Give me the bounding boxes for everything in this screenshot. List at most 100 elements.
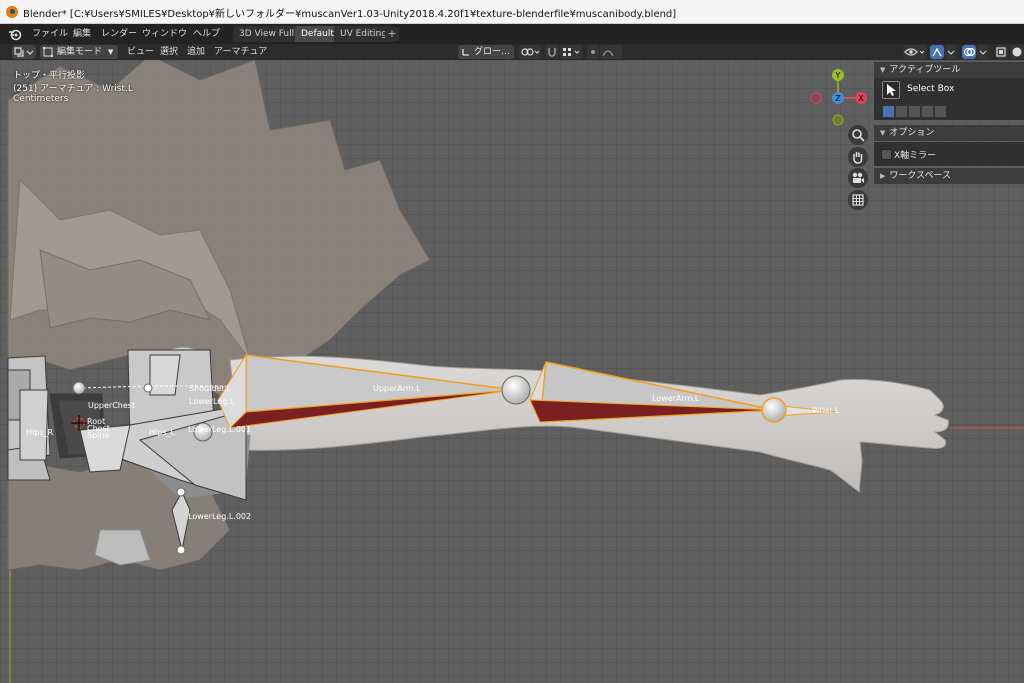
- window-title-bar: Blender* [C:¥Users¥SMILES¥Desktop¥新しいフォル…: [0, 0, 1024, 24]
- workspace-header: ワークスペース: [889, 171, 952, 181]
- snap-toggle[interactable]: [545, 45, 559, 59]
- collapse-triangle-icon: ▼: [880, 129, 886, 137]
- 3d-viewport[interactable]: UpperArm.L LowerArm.L Wrist.L Shoulder.L…: [0, 60, 1024, 683]
- viewport-scene[interactable]: UpperArm.L LowerArm.L Wrist.L Shoulder.L…: [0, 60, 1024, 683]
- expand-triangle-icon: ▶: [880, 172, 886, 180]
- gizmo-label-x: X: [858, 94, 864, 103]
- add-workspace-button[interactable]: +: [385, 27, 399, 41]
- gizmo-label-y: Y: [835, 71, 841, 80]
- gizmo-toggle[interactable]: [930, 45, 944, 59]
- label-hips-r: Hips_R: [26, 428, 53, 437]
- options-panel-header[interactable]: ▼ オプション: [874, 125, 1024, 141]
- menu-add[interactable]: 追加: [187, 45, 205, 59]
- overlay-toggle[interactable]: [962, 45, 976, 59]
- ortho-toggle-button[interactable]: [848, 190, 868, 210]
- label-upper-arm: UpperArm.L: [373, 384, 421, 393]
- mode-dropdown[interactable]: 編集モード ▼: [40, 45, 118, 59]
- view-name: トップ・平行投影: [13, 71, 86, 81]
- chevron-down-icon: [947, 50, 955, 55]
- gizmo-dropdown[interactable]: [945, 45, 957, 59]
- mode-invert-button[interactable]: [921, 105, 934, 118]
- x-mirror-label: X軸ミラー: [894, 151, 937, 161]
- zoom-button[interactable]: [848, 125, 868, 145]
- proportional-falloff-dropdown[interactable]: [600, 45, 622, 59]
- active-tool-body: Select Box: [874, 78, 1024, 120]
- viewport-header: 編集モード ▼ ビュー 選択 追加 アーマチュア グロー…: [0, 44, 1024, 60]
- label-hips-l: Hips_L: [149, 428, 175, 437]
- label-lower-leg: LowerLeg.L: [189, 397, 235, 406]
- mode-intersect-button[interactable]: [934, 105, 947, 118]
- menu-select[interactable]: 選択: [160, 45, 178, 59]
- menu-armature[interactable]: アーマチュア: [214, 45, 267, 59]
- knee-joint: [176, 487, 186, 497]
- workspace-panel-header[interactable]: ▶ ワークスペース: [874, 168, 1024, 184]
- edit-mode-icon: [43, 47, 53, 57]
- active-object-info: (251) アーマチュア : Wrist.L: [13, 84, 133, 94]
- x-mirror-checkbox[interactable]: [881, 149, 892, 160]
- zoom-icon: [852, 129, 865, 142]
- label-lower-leg-002: LowerLeg.L.002: [188, 512, 251, 521]
- label-lower-arm: LowerArm.L: [652, 394, 700, 403]
- axes-icon: [462, 49, 469, 56]
- tool-name: Select Box: [907, 84, 955, 94]
- eye-icon: [904, 48, 925, 56]
- menu-view[interactable]: ビュー: [127, 45, 154, 59]
- editor-type-dropdown[interactable]: [12, 45, 36, 59]
- sphere-icon: [1012, 47, 1022, 57]
- overlay-icon: [963, 47, 976, 57]
- menu-file[interactable]: ファイル: [32, 27, 68, 41]
- options-body: X軸ミラー: [874, 142, 1024, 166]
- chevron-down-icon: ▼: [108, 48, 114, 56]
- wrist-joint: [761, 397, 787, 423]
- chevron-down-icon: [979, 50, 987, 55]
- top-menu-bar: ファイル 編集 レンダー ウィンドウ ヘルプ 3D View Full Defa…: [0, 24, 1024, 44]
- proportional-edit-toggle[interactable]: [587, 45, 599, 59]
- magnet-icon: [548, 48, 556, 57]
- pan-button[interactable]: [848, 147, 868, 167]
- pivot-point-dropdown[interactable]: [519, 45, 541, 59]
- label-upper-chest: UpperChest: [88, 401, 135, 410]
- shading-solid-button[interactable]: [1010, 45, 1024, 59]
- snap-target-dropdown[interactable]: [560, 45, 582, 59]
- sidebar-panel: ▼ アクティブツール Select Box ▼ オプション X軸ミラー ▶ ワークスペ…: [874, 60, 1024, 190]
- cursor-arrow-icon: [887, 84, 896, 96]
- grid-icon: [852, 194, 864, 206]
- chest-joint: [72, 381, 86, 395]
- grid-snap-icon: [563, 48, 580, 56]
- circle-dot-icon: [591, 50, 595, 54]
- overlay-dropdown[interactable]: [977, 45, 989, 59]
- active-tool-panel-header[interactable]: ▼ アクティブツール: [874, 62, 1024, 78]
- blender-logo-icon: [6, 6, 18, 18]
- xray-toggle[interactable]: [995, 45, 1008, 59]
- camera-view-button[interactable]: [848, 168, 868, 188]
- menu-window[interactable]: ウィンドウ: [142, 27, 187, 41]
- gizmo-label-z: Z: [835, 94, 841, 103]
- menu-help[interactable]: ヘルプ: [193, 27, 220, 41]
- xray-icon: [996, 47, 1006, 57]
- elbow-joint: [501, 375, 531, 405]
- collapse-triangle-icon: ▼: [880, 66, 886, 74]
- units-label: Centimeters: [13, 94, 69, 104]
- menu-edit[interactable]: 編集: [73, 27, 91, 41]
- shoulder-joint: [143, 383, 153, 393]
- label-wrist: Wrist.L: [812, 406, 840, 415]
- transform-orientation-dropdown[interactable]: グロー…: [458, 45, 514, 59]
- gizmo-icon: [932, 47, 942, 57]
- navigation-gizmo[interactable]: Y X Z: [806, 66, 870, 130]
- window-title: Blender* [C:¥Users¥SMILES¥Desktop¥新しいフォル…: [23, 9, 677, 20]
- camera-icon: [852, 172, 864, 183]
- visibility-dropdown[interactable]: [903, 45, 927, 59]
- tab-3d-view-full[interactable]: 3D View Full: [233, 26, 301, 42]
- label-shoulder: Shoulder.L: [189, 384, 231, 393]
- mode-label: 編集モード: [57, 47, 103, 57]
- hand-icon: [853, 152, 863, 164]
- mode-set-button[interactable]: [882, 105, 895, 118]
- transform-orientation-label: グロー…: [474, 47, 511, 57]
- select-box-tool-button[interactable]: [882, 81, 900, 99]
- blender-menu-icon[interactable]: [8, 27, 24, 41]
- active-tool-header: アクティブツール: [889, 65, 961, 75]
- mode-extend-button[interactable]: [895, 105, 908, 118]
- options-header: オプション: [889, 128, 935, 138]
- mode-subtract-button[interactable]: [908, 105, 921, 118]
- menu-render[interactable]: レンダー: [101, 27, 137, 41]
